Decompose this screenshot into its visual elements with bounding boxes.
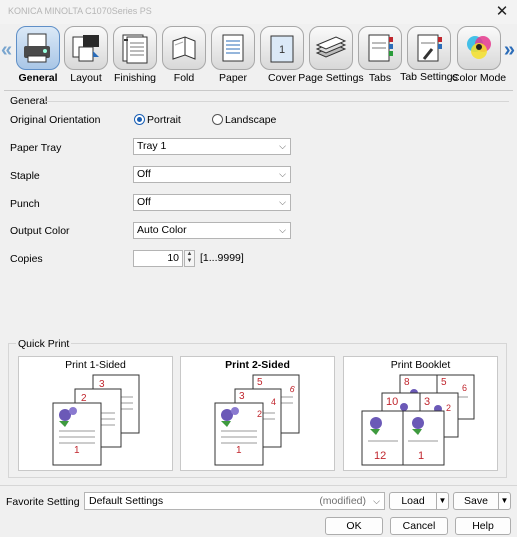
page-settings-icon bbox=[309, 26, 353, 70]
punch-label: Punch bbox=[10, 198, 40, 210]
tab-label: Color Mode bbox=[451, 72, 507, 84]
color-mode-icon bbox=[457, 26, 501, 70]
print-1-sided-label: Print 1-Sided bbox=[65, 359, 126, 371]
copies-label: Copies bbox=[10, 253, 43, 265]
page-number: 2 bbox=[81, 393, 87, 404]
ok-button[interactable]: OK bbox=[325, 517, 383, 535]
paper-tray-label: Paper Tray bbox=[10, 142, 62, 154]
title-bar: KONICA MINOLTA C1070Series PS ✕ bbox=[0, 0, 517, 24]
page-number: 5 bbox=[257, 377, 263, 388]
tab-color-mode[interactable]: Color Mode bbox=[452, 26, 506, 88]
paper-tray-value: Tray 1 bbox=[137, 140, 167, 152]
general-group-label: General bbox=[10, 95, 48, 107]
print-booklet-card[interactable]: Print Booklet 8 5 6 10 3 2 12 1 bbox=[343, 356, 498, 471]
general-icon bbox=[16, 26, 60, 70]
print-booklet-label: Print Booklet bbox=[390, 359, 451, 371]
copies-input[interactable]: 10 bbox=[133, 250, 183, 267]
favorite-setting-value: Default Settings bbox=[89, 495, 164, 507]
landscape-label[interactable]: Landscape bbox=[225, 114, 276, 126]
close-icon[interactable]: ✕ bbox=[493, 3, 511, 21]
one-sided-illustration: 3 2 1 bbox=[52, 374, 140, 466]
page-sheet: 12 1 bbox=[361, 410, 445, 466]
punch-value: Off bbox=[137, 196, 151, 208]
page-number: 5 bbox=[441, 377, 447, 388]
staple-value: Off bbox=[137, 168, 151, 180]
page-number: 3 bbox=[424, 396, 430, 408]
load-dropdown-icon[interactable]: ▼ bbox=[436, 493, 448, 509]
cover-page-number: 1 bbox=[279, 44, 285, 56]
portrait-radio[interactable] bbox=[134, 114, 145, 125]
favorite-setting-label: Favorite Setting bbox=[6, 496, 80, 508]
print-1-sided-card[interactable]: Print 1-Sided 3 2 1 bbox=[18, 356, 173, 471]
cover-icon: 1 bbox=[260, 26, 304, 70]
fold-icon bbox=[162, 26, 206, 70]
scroll-right-icon[interactable]: » bbox=[504, 40, 515, 60]
copies-stepper[interactable]: ▲ ▼ bbox=[184, 250, 195, 267]
finishing-icon bbox=[113, 26, 157, 70]
bottom-separator bbox=[0, 485, 517, 486]
window-title: KONICA MINOLTA C1070Series PS bbox=[8, 6, 152, 16]
stepper-down-icon[interactable]: ▼ bbox=[185, 258, 194, 265]
page-number: 10 bbox=[386, 396, 398, 408]
load-button[interactable]: Load ▼ bbox=[389, 492, 449, 510]
save-button-label: Save bbox=[464, 495, 488, 507]
quick-print-label: Quick Print bbox=[16, 338, 72, 350]
favorite-modified-status: (modified) bbox=[319, 495, 366, 507]
page-number: 1 bbox=[418, 450, 424, 462]
load-button-label: Load bbox=[401, 495, 425, 507]
paper-tray-select[interactable]: Tray 1 ⌵ bbox=[133, 138, 291, 155]
page-number: 1 bbox=[236, 445, 242, 456]
page-number: 8 bbox=[404, 377, 410, 388]
page-number: 12 bbox=[374, 450, 386, 462]
scroll-left-icon[interactable]: « bbox=[1, 40, 12, 60]
stepper-up-icon[interactable]: ▲ bbox=[185, 251, 194, 258]
chevron-down-icon: ⌵ bbox=[373, 496, 380, 506]
orientation-label: Original Orientation bbox=[10, 114, 101, 126]
print-2-sided-label: Print 2-Sided bbox=[225, 359, 290, 371]
layout-icon bbox=[64, 26, 108, 70]
page-number: 1 bbox=[74, 445, 80, 456]
copies-range: [1...9999] bbox=[200, 252, 244, 264]
print-2-sided-card[interactable]: Print 2-Sided 5 6 3 4 1 2 bbox=[180, 356, 335, 471]
page-number: 2 bbox=[257, 409, 262, 419]
page-number: 2 bbox=[446, 403, 451, 413]
punch-select[interactable]: Off ⌵ bbox=[133, 194, 291, 211]
page-number: 4 bbox=[271, 397, 276, 407]
tab-bar: « General Layout Finishing Fold Paper 1 … bbox=[0, 24, 517, 88]
booklet-illustration: 8 5 6 10 3 2 12 1 bbox=[361, 374, 475, 466]
two-sided-illustration: 5 6 3 4 1 2 bbox=[214, 374, 300, 466]
output-color-select[interactable]: Auto Color ⌵ bbox=[133, 222, 291, 239]
help-button[interactable]: Help bbox=[455, 517, 511, 535]
chevron-down-icon: ⌵ bbox=[279, 141, 286, 151]
staple-select[interactable]: Off ⌵ bbox=[133, 166, 291, 183]
save-button[interactable]: Save ▼ bbox=[453, 492, 511, 510]
general-group-line bbox=[45, 101, 509, 102]
staple-label: Staple bbox=[10, 170, 40, 182]
tab-settings-icon bbox=[407, 26, 451, 70]
cancel-button[interactable]: Cancel bbox=[390, 517, 448, 535]
chevron-down-icon: ⌵ bbox=[279, 169, 286, 179]
page-number: 3 bbox=[99, 379, 105, 390]
page-number: 3 bbox=[239, 391, 245, 402]
landscape-radio[interactable] bbox=[212, 114, 223, 125]
page-sheet: 1 bbox=[52, 402, 102, 466]
chevron-down-icon: ⌵ bbox=[279, 197, 286, 207]
output-color-label: Output Color bbox=[10, 225, 70, 237]
chevron-down-icon: ⌵ bbox=[279, 225, 286, 235]
favorite-setting-select[interactable]: Default Settings (modified) ⌵ bbox=[84, 492, 385, 510]
page-number: 6 bbox=[462, 383, 467, 393]
page-sheet: 1 2 bbox=[214, 402, 264, 466]
paper-icon bbox=[211, 26, 255, 70]
tabs-icon bbox=[358, 26, 402, 70]
tab-separator bbox=[4, 90, 513, 91]
portrait-label[interactable]: Portrait bbox=[147, 114, 181, 126]
save-dropdown-icon[interactable]: ▼ bbox=[498, 493, 510, 509]
output-color-value: Auto Color bbox=[137, 224, 187, 236]
